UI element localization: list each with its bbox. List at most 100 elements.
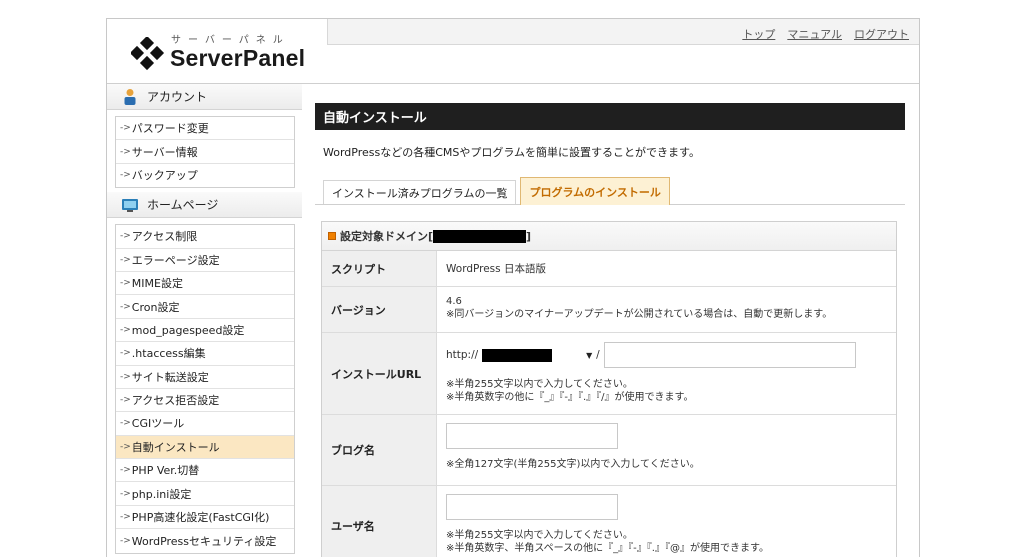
tab-installed-list[interactable]: インストール済みプログラムの一覧: [323, 180, 517, 204]
arrow-icon: ->: [120, 512, 131, 523]
sidebar-item-fastcgi[interactable]: -> PHP高速化設定(FastCGI化): [116, 505, 294, 530]
arrow-icon: ->: [120, 278, 131, 289]
row-version: バージョン 4.6 ※同バージョンのマイナーアップデートが公開されている場合は、…: [322, 287, 896, 333]
arrow-icon: ->: [120, 146, 131, 157]
sidebar-item-label: WordPressセキュリティ設定: [131, 534, 277, 548]
manual-link[interactable]: マニュアル: [787, 26, 842, 42]
script-value: WordPress 日本語版: [446, 263, 546, 275]
target-domain-close: ]: [526, 229, 532, 243]
bullet-square-icon: [328, 232, 336, 240]
sidebar-item-password[interactable]: -> パスワード変更: [116, 117, 294, 141]
row-label: ブログ名: [322, 415, 437, 485]
row-user-name: ユーザ名 ※半角255文字以内で入力してください。 ※半角英数字、半角スペースの…: [322, 486, 896, 557]
sidebar-item-error-page[interactable]: -> エラーページ設定: [116, 248, 294, 272]
main-content: 自動インストール WordPressなどの各種CMSやプログラムを簡単に設置する…: [315, 103, 905, 557]
sidebar-item-pagespeed[interactable]: -> mod_pagespeed設定: [116, 318, 294, 343]
sidebar-item-label: PHP Ver.切替: [131, 464, 200, 478]
sidebar-item-site-redirect[interactable]: -> サイト転送設定: [116, 365, 294, 389]
blog-name-input[interactable]: [446, 423, 618, 449]
install-path-input[interactable]: [603, 342, 856, 368]
logo-kana: サーバーパネル: [171, 35, 290, 46]
sidebar-item-label: サイト転送設定: [131, 370, 209, 384]
redacted-domain: [433, 229, 527, 243]
sidebar-item-php-version[interactable]: -> PHP Ver.切替: [116, 459, 294, 483]
install-url-cell: http:// ▼ / ※半角255文字以内で入力してください。 ※半角英数字の…: [437, 333, 896, 414]
target-domain-label: 設定対象ドメイン[: [340, 230, 434, 243]
sidebar-item-auto-install[interactable]: -> 自動インストール: [116, 435, 294, 460]
sidebar-item-label: mod_pagespeed設定: [131, 323, 245, 337]
row-label: スクリプト: [322, 251, 437, 286]
page-title: 自動インストール: [315, 103, 905, 130]
user-name-notes: ※半角255文字以内で入力してください。 ※半角英数字、半角スペースの他に『_』…: [446, 529, 887, 555]
sidebar-item-cron[interactable]: -> Cron設定: [116, 295, 294, 319]
sidebar-item-label: バックアップ: [131, 169, 198, 183]
arrow-icon: ->: [120, 231, 131, 242]
sidebar-section-homepage[interactable]: ホームページ: [107, 192, 302, 219]
arrow-icon: ->: [120, 348, 131, 359]
sidebar-item-label: MIME設定: [131, 277, 183, 291]
url-prefix: http://: [446, 349, 479, 361]
user-name-input[interactable]: [446, 494, 618, 520]
sidebar-item-php-ini[interactable]: -> php.ini設定: [116, 482, 294, 506]
row-label: インストールURL: [322, 333, 437, 414]
sidebar-item-wp-security[interactable]: -> WordPressセキュリティ設定: [116, 529, 294, 553]
blog-name-note: ※全角127文字(半角255文字)以内で入力してください。: [446, 459, 700, 470]
note-line: ※半角英数字の他に『_』『-』『.』『/』が使用できます。: [446, 392, 694, 403]
arrow-icon: ->: [120, 395, 131, 406]
sidebar-item-label: .htaccess編集: [131, 347, 206, 361]
sidebar-item-access-limit[interactable]: -> アクセス制限: [116, 225, 294, 249]
sidebar-item-htaccess[interactable]: -> .htaccess編集: [116, 342, 294, 366]
logout-link[interactable]: ログアウト: [854, 26, 909, 42]
sidebar-section-title: アカウント: [147, 90, 208, 104]
top-link[interactable]: トップ: [742, 26, 775, 42]
install-url-controls: http:// ▼ /: [446, 341, 887, 369]
row-blog-name: ブログ名 ※全角127文字(半角255文字)以内で入力してください。: [322, 415, 896, 486]
tab-bar: インストール済みプログラムの一覧 プログラムのインストール: [315, 177, 905, 205]
top-bar: トップ マニュアル ログアウト: [327, 19, 919, 45]
sidebar-item-server-info[interactable]: -> サーバー情報: [116, 140, 294, 164]
sidebar-item-mime[interactable]: -> MIME設定: [116, 271, 294, 296]
version-cell: 4.6 ※同バージョンのマイナーアップデートが公開されている場合は、自動で更新し…: [437, 287, 896, 332]
sidebar-item-label: パスワード変更: [131, 122, 209, 136]
user-icon: [124, 88, 136, 105]
arrow-icon: ->: [120, 170, 131, 181]
sidebar-item-label: php.ini設定: [131, 487, 192, 501]
sidebar-item-backup[interactable]: -> バックアップ: [116, 163, 294, 188]
version-value: 4.6: [446, 296, 462, 307]
sidebar-item-cgi-tools[interactable]: -> CGIツール: [116, 412, 294, 436]
arrow-icon: ->: [120, 301, 131, 312]
monitor-icon: [122, 198, 138, 212]
tab-install-program[interactable]: プログラムのインストール: [520, 177, 670, 205]
arrow-icon: ->: [120, 465, 131, 476]
sidebar-item-label: PHP高速化設定(FastCGI化): [131, 511, 270, 525]
url-slash: /: [596, 349, 600, 361]
row-script: スクリプト WordPress 日本語版: [322, 251, 896, 287]
sidebar-section-account[interactable]: アカウント: [107, 84, 302, 110]
sidebar: アカウント -> パスワード変更 -> サーバー情報 -> バックアップ ホームページ…: [107, 84, 302, 557]
logo[interactable]: サーバーパネル ServerPanel: [107, 19, 327, 83]
sidebar-item-access-deny[interactable]: -> アクセス拒否設定: [116, 388, 294, 413]
arrow-icon: ->: [120, 371, 131, 382]
sidebar-item-label: エラーページ設定: [131, 253, 220, 267]
row-label: バージョン: [322, 287, 437, 332]
arrow-icon: ->: [120, 535, 131, 546]
arrow-icon: ->: [120, 254, 131, 265]
page-description: WordPressなどの各種CMSやプログラムを簡単に設置することができます。: [323, 146, 700, 159]
note-line: ※半角255文字以内で入力してください。: [446, 530, 633, 541]
app-frame: サーバーパネル ServerPanel トップ マニュアル ログアウト アカウン…: [106, 18, 920, 557]
logo-diamond-icon: [131, 37, 165, 71]
install-url-notes: ※半角255文字以内で入力してください。 ※半角英数字の他に『_』『-』『.』『…: [446, 378, 887, 404]
redacted-domain: [482, 348, 553, 362]
sidebar-item-label: 自動インストール: [131, 440, 220, 454]
user-name-cell: ※半角255文字以内で入力してください。 ※半角英数字、半角スペースの他に『_』…: [437, 486, 896, 557]
install-form-panel: 設定対象ドメイン[ ] スクリプト WordPress 日本語版 バージョン 4…: [321, 221, 897, 557]
arrow-icon: ->: [120, 123, 131, 134]
note-line: ※半角英数字、半角スペースの他に『_』『-』『.』『@』が使用できます。: [446, 543, 769, 554]
sidebar-item-label: アクセス拒否設定: [131, 394, 220, 408]
account-menu: -> パスワード変更 -> サーバー情報 -> バックアップ: [115, 116, 295, 189]
note-line: ※半角255文字以内で入力してください。: [446, 379, 633, 390]
target-domain-heading: 設定対象ドメイン[ ]: [322, 222, 896, 251]
arrow-icon: ->: [120, 488, 131, 499]
domain-select[interactable]: ▼: [478, 345, 597, 365]
row-label: ユーザ名: [322, 486, 437, 557]
